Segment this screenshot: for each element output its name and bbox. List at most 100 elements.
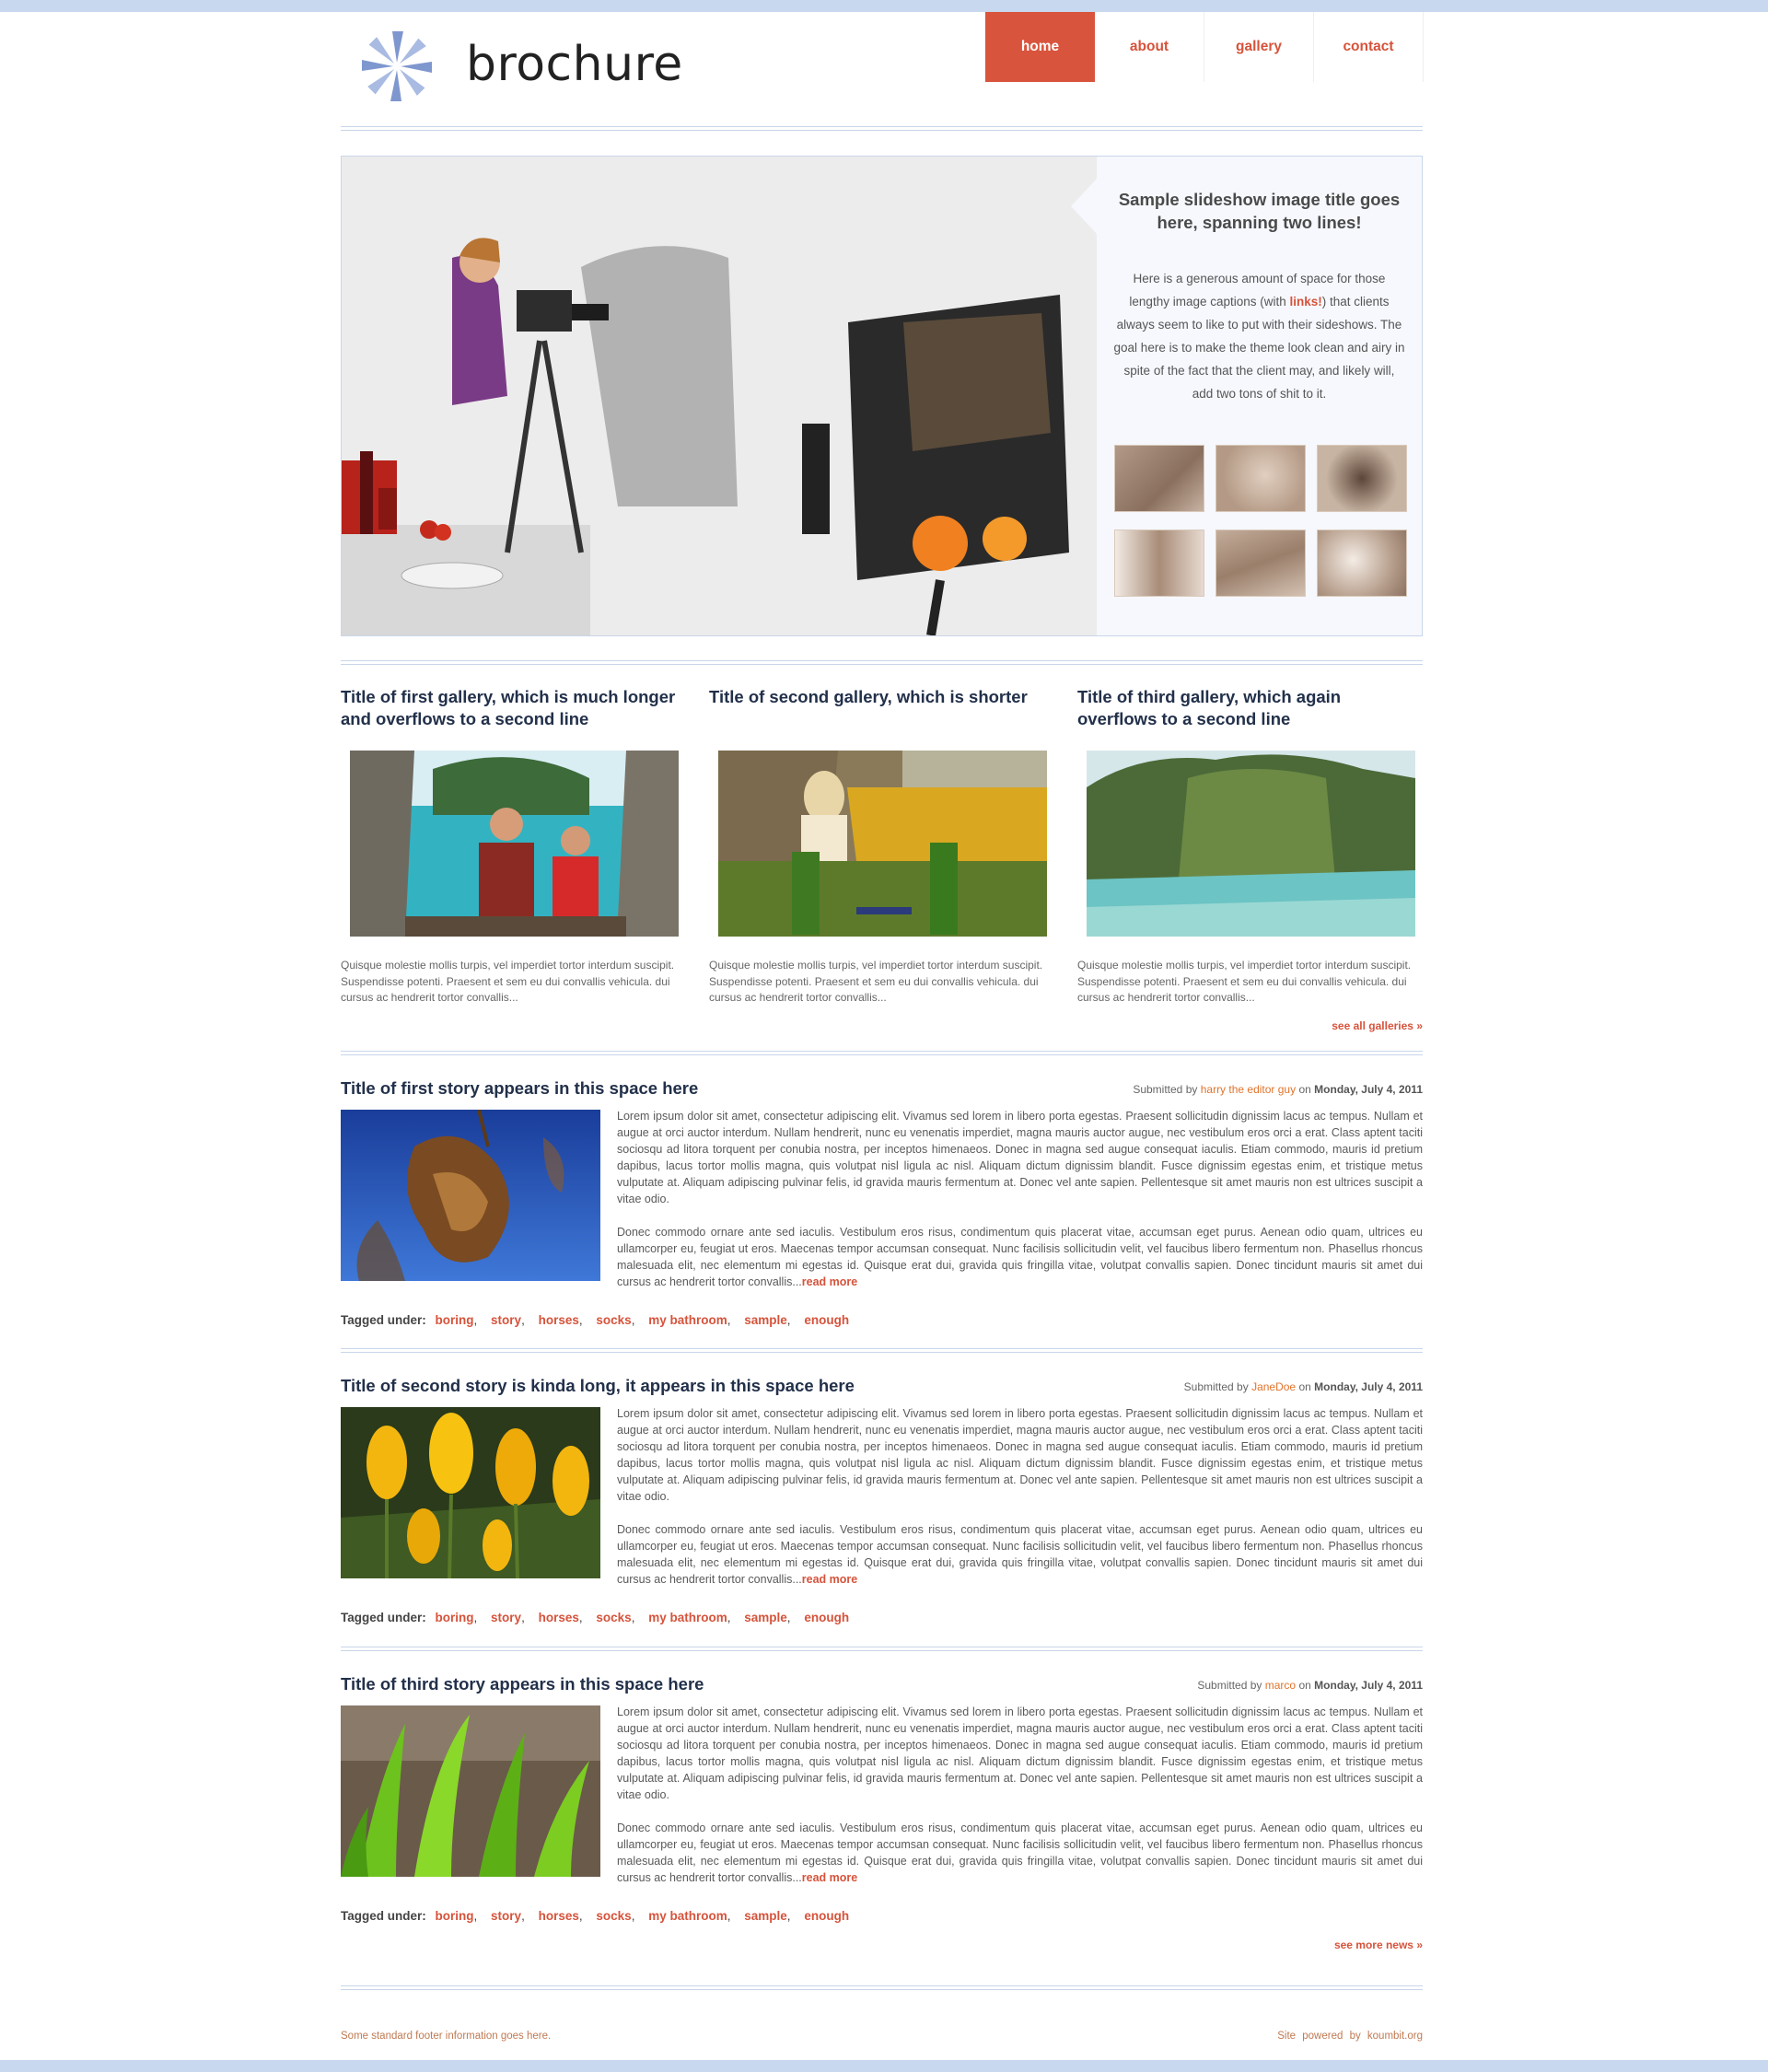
read-more-link[interactable]: read more <box>802 1871 857 1884</box>
gallery-title[interactable]: Title of third gallery, which again over… <box>1077 686 1423 741</box>
divider <box>341 1051 1423 1055</box>
slideshow: Sample slideshow image title goes here, … <box>341 156 1423 636</box>
footer-info: Some standard footer information goes he… <box>341 2031 552 2042</box>
gallery-image[interactable] <box>350 751 679 937</box>
footer-powered-by[interactable]: Site powered by koumbit.org <box>1277 2031 1423 2042</box>
story-paragraph: Lorem ipsum dolor sit amet, consectetur … <box>617 1705 1423 1801</box>
read-more-link[interactable]: read more <box>802 1573 857 1586</box>
slideshow-thumbnails <box>1114 445 1409 597</box>
story-image[interactable] <box>341 1705 600 1877</box>
submitted-label: Submitted by <box>1197 1679 1262 1692</box>
nav-about[interactable]: about <box>1095 12 1204 82</box>
tag-link[interactable]: my bathroom <box>648 1909 727 1923</box>
story-body: Lorem ipsum dolor sit amet, consectetur … <box>617 1704 1423 1903</box>
slideshow-thumb[interactable] <box>1114 530 1204 597</box>
tag-link[interactable]: sample <box>744 1909 787 1923</box>
slideshow-image[interactable] <box>342 157 1097 635</box>
gallery-image[interactable] <box>1087 751 1415 937</box>
site-logo[interactable]: brochure <box>357 28 682 111</box>
slideshow-caption-text: Here is a generous amount of space for t… <box>1113 267 1405 405</box>
slideshow-caption: Sample slideshow image title goes here, … <box>1071 157 1422 635</box>
tag-link[interactable]: my bathroom <box>648 1313 727 1327</box>
gallery-excerpt: Quisque molestie mollis turpis, vel impe… <box>1077 959 1412 1004</box>
tag-link[interactable]: horses <box>539 1909 579 1923</box>
story: Title of first story appears in this spa… <box>341 1078 1423 1345</box>
story-date: Monday, July 4, 2011 <box>1314 1083 1423 1096</box>
divider <box>341 1348 1423 1353</box>
tag-link[interactable]: boring <box>436 1909 474 1923</box>
tag-link[interactable]: sample <box>744 1611 787 1624</box>
see-all-galleries-link[interactable]: see all galleries » <box>1332 1019 1423 1032</box>
story-image[interactable] <box>341 1407 600 1578</box>
story-date: Monday, July 4, 2011 <box>1314 1380 1423 1393</box>
story-paragraph: Lorem ipsum dolor sit amet, consectetur … <box>617 1407 1423 1503</box>
on-label: on <box>1298 1679 1311 1692</box>
tag-link[interactable]: horses <box>539 1611 579 1624</box>
story-author-link[interactable]: harry the editor guy <box>1201 1083 1296 1096</box>
story-title[interactable]: Title of third story appears in this spa… <box>341 1674 704 1694</box>
tag-link[interactable]: enough <box>804 1611 849 1624</box>
main-nav: home about gallery contact <box>985 12 1424 82</box>
tag-link[interactable]: enough <box>804 1909 849 1923</box>
slideshow-thumb[interactable] <box>1114 445 1204 512</box>
top-bar <box>0 0 1768 12</box>
tag-link[interactable]: boring <box>436 1313 474 1327</box>
gallery-teaser: Title of first gallery, which is much lo… <box>341 686 686 1004</box>
tag-link[interactable]: horses <box>539 1313 579 1327</box>
divider <box>341 126 1423 131</box>
caption-link[interactable]: links! <box>1290 295 1322 308</box>
story-body: Lorem ipsum dolor sit amet, consectetur … <box>617 1405 1423 1604</box>
gallery-title[interactable]: Title of second gallery, which is shorte… <box>709 686 1054 741</box>
tag-link[interactable]: socks <box>596 1909 631 1923</box>
story-title[interactable]: Title of first story appears in this spa… <box>341 1078 698 1099</box>
story-author-link[interactable]: marco <box>1265 1679 1296 1692</box>
tag-link[interactable]: my bathroom <box>648 1611 727 1624</box>
gallery-teaser: Title of third gallery, which again over… <box>1077 686 1423 1004</box>
story: Title of second story is kinda long, it … <box>341 1376 1423 1643</box>
story-paragraph: Donec commodo ornare ante sed iaculis. V… <box>617 1521 1423 1588</box>
read-more-link[interactable]: read more <box>802 1275 857 1288</box>
story-paragraph-text: Donec commodo ornare ante sed iaculis. V… <box>617 1822 1423 1884</box>
story-author-link[interactable]: JaneDoe <box>1251 1380 1296 1393</box>
slideshow-thumb[interactable] <box>1216 445 1306 512</box>
tag-link[interactable]: sample <box>744 1313 787 1327</box>
site-name: brochure <box>466 37 683 92</box>
story-paragraph-text: Donec commodo ornare ante sed iaculis. V… <box>617 1523 1423 1586</box>
story-paragraph: Lorem ipsum dolor sit amet, consectetur … <box>617 1110 1423 1205</box>
story-title[interactable]: Title of second story is kinda long, it … <box>341 1376 855 1396</box>
on-label: on <box>1298 1380 1311 1393</box>
bottom-bar <box>0 2060 1768 2072</box>
nav-home[interactable]: home <box>985 12 1095 82</box>
story-tags: Tagged under: boring, story, horses, soc… <box>341 1313 850 1327</box>
story-tags: Tagged under: boring, story, horses, soc… <box>341 1909 850 1923</box>
story-paragraph: Donec commodo ornare ante sed iaculis. V… <box>617 1224 1423 1290</box>
see-more-news-link[interactable]: see more news » <box>1334 1938 1423 1951</box>
gallery-title[interactable]: Title of first gallery, which is much lo… <box>341 686 686 741</box>
tags-label: Tagged under: <box>341 1909 426 1923</box>
nav-contact[interactable]: contact <box>1314 12 1424 82</box>
story-tags: Tagged under: boring, story, horses, soc… <box>341 1611 850 1624</box>
tag-link[interactable]: enough <box>804 1313 849 1327</box>
submitted-label: Submitted by <box>1183 1380 1249 1393</box>
gallery-excerpt: Quisque molestie mollis turpis, vel impe… <box>709 959 1043 1004</box>
story-date: Monday, July 4, 2011 <box>1314 1679 1423 1692</box>
tag-link[interactable]: story <box>491 1611 521 1624</box>
tag-link[interactable]: boring <box>436 1611 474 1624</box>
story-body: Lorem ipsum dolor sit amet, consectetur … <box>617 1108 1423 1307</box>
tag-link[interactable]: story <box>491 1909 521 1923</box>
gallery-image[interactable] <box>718 751 1047 937</box>
story-paragraph-text: Donec commodo ornare ante sed iaculis. V… <box>617 1226 1423 1288</box>
story-image[interactable] <box>341 1110 600 1281</box>
slideshow-thumb[interactable] <box>1216 530 1306 597</box>
slideshow-title: Sample slideshow image title goes here, … <box>1118 190 1401 232</box>
tags-label: Tagged under: <box>341 1611 426 1624</box>
nav-gallery[interactable]: gallery <box>1204 12 1314 82</box>
slideshow-thumb[interactable] <box>1317 445 1407 512</box>
tag-link[interactable]: story <box>491 1313 521 1327</box>
slideshow-thumb[interactable] <box>1317 530 1407 597</box>
tag-link[interactable]: socks <box>596 1313 631 1327</box>
pinwheel-logo-icon <box>362 31 432 101</box>
submitted-label: Submitted by <box>1133 1083 1198 1096</box>
tag-link[interactable]: socks <box>596 1611 631 1624</box>
story-meta: Submitted by marco on Monday, July 4, 20… <box>1197 1679 1423 1692</box>
